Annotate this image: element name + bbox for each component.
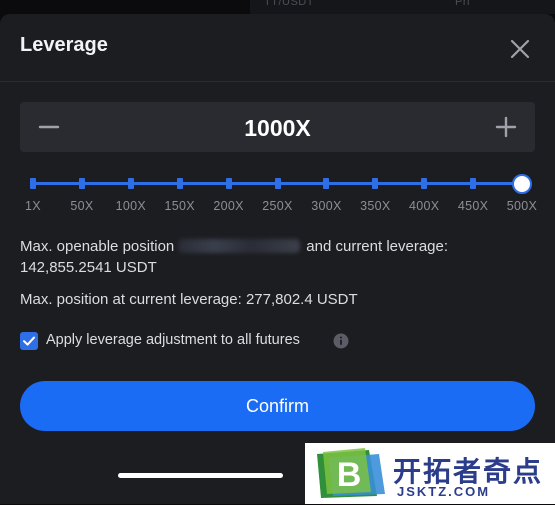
slider-tick-label[interactable]: 250X bbox=[253, 199, 303, 213]
slider-tick[interactable] bbox=[421, 178, 428, 189]
openable-prefix: Max. openable position bbox=[20, 238, 175, 255]
openable-value: 142,855.2541 USDT bbox=[20, 259, 157, 276]
watermark-logo-letter: B bbox=[337, 456, 362, 494]
slider-tick[interactable] bbox=[127, 178, 134, 189]
redacted-amount bbox=[178, 239, 301, 253]
background-pair-text: TT/USDT bbox=[264, 0, 314, 8]
minus-icon bbox=[38, 125, 60, 129]
close-icon[interactable] bbox=[505, 34, 535, 64]
slider-tick-label[interactable]: 400X bbox=[399, 199, 449, 213]
slider-tick-label[interactable]: 300X bbox=[301, 199, 351, 213]
decrease-button[interactable] bbox=[32, 110, 66, 144]
leverage-value[interactable]: 1000X bbox=[80, 115, 475, 142]
slider-tick-label[interactable]: 150X bbox=[155, 199, 205, 213]
slider-tick-label[interactable]: 100X bbox=[106, 199, 156, 213]
confirm-button[interactable]: Confirm bbox=[20, 381, 535, 431]
openable-position-info: Max. openable position and current levera… bbox=[20, 236, 535, 278]
leverage-slider[interactable]: 1X 50X 100X 150X 200X 250X 300X 350X 400X 450X 500… bbox=[20, 172, 537, 222]
background-panel: TT/USDT Pri bbox=[250, 0, 555, 14]
watermark-logo: B bbox=[313, 448, 389, 500]
leverage-stepper: 1000X bbox=[20, 102, 535, 152]
plus-icon bbox=[495, 116, 517, 138]
slider-tick[interactable] bbox=[372, 178, 379, 189]
slider-tick-label[interactable]: 1X bbox=[8, 199, 58, 213]
slider-tick[interactable] bbox=[78, 178, 85, 189]
leverage-dialog: Leverage 1000X 1X 50X 100X 150X 200X 250X 300X… bbox=[0, 14, 555, 504]
apply-all-label[interactable]: Apply leverage adjustment to all futures bbox=[46, 332, 300, 348]
max-position-info: Max. position at current leverage: 277,8… bbox=[20, 291, 358, 308]
slider-tick[interactable] bbox=[30, 178, 36, 189]
openable-suffix: and current leverage: bbox=[306, 238, 449, 255]
apply-all-checkbox[interactable] bbox=[20, 332, 38, 350]
slider-tick[interactable] bbox=[176, 178, 183, 189]
dialog-title: Leverage bbox=[20, 34, 108, 56]
slider-tick[interactable] bbox=[274, 178, 281, 189]
watermark-url: JSKTZ.COM bbox=[397, 484, 491, 499]
slider-tick-label[interactable]: 350X bbox=[350, 199, 400, 213]
dialog-header: Leverage bbox=[0, 14, 555, 82]
slider-tick-label[interactable]: 200X bbox=[204, 199, 254, 213]
slider-tick[interactable] bbox=[323, 178, 330, 189]
home-indicator bbox=[118, 473, 283, 478]
increase-button[interactable] bbox=[489, 110, 523, 144]
checkmark-icon bbox=[23, 336, 35, 346]
slider-tick[interactable] bbox=[470, 178, 477, 189]
watermark: B 开拓者奇点 JSKTZ.COM bbox=[305, 443, 555, 504]
slider-tick-label[interactable]: 50X bbox=[57, 199, 107, 213]
slider-tick-label[interactable]: 450X bbox=[448, 199, 498, 213]
slider-tick[interactable] bbox=[225, 178, 232, 189]
info-icon[interactable] bbox=[333, 333, 349, 349]
background-price-text: Pri bbox=[455, 0, 470, 8]
slider-tick-label[interactable]: 500X bbox=[497, 199, 547, 213]
slider-thumb[interactable] bbox=[512, 174, 532, 194]
